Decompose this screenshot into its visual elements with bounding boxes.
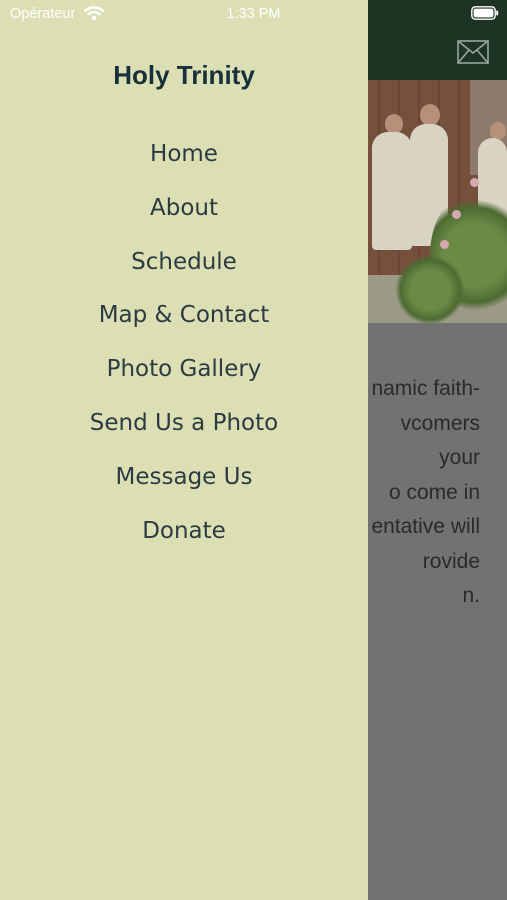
menu-item-about[interactable]: About — [0, 182, 368, 236]
plant — [395, 255, 465, 323]
menu-item-send-photo[interactable]: Send Us a Photo — [0, 397, 368, 451]
menu-item-schedule[interactable]: Schedule — [0, 236, 368, 290]
drawer-title: Holy Trinity — [113, 60, 255, 90]
figure-robe — [372, 132, 412, 250]
status-time: 1:33 PM — [226, 6, 281, 22]
battery-icon — [471, 6, 499, 20]
envelope-icon[interactable] — [457, 40, 489, 64]
navigation-drawer: Holy Trinity Home About Schedule Map & C… — [0, 0, 368, 900]
menu-item-home[interactable]: Home — [0, 128, 368, 182]
figure-head — [385, 114, 403, 134]
menu-item-photo-gallery[interactable]: Photo Gallery — [0, 343, 368, 397]
menu-item-message-us[interactable]: Message Us — [0, 451, 368, 505]
drawer-menu: Home About Schedule Map & Contact Photo … — [0, 128, 368, 558]
menu-item-map-contact[interactable]: Map & Contact — [0, 289, 368, 343]
flower — [470, 178, 479, 187]
menu-item-donate[interactable]: Donate — [0, 505, 368, 559]
status-bar: Opérateur 1:33 PM — [0, 0, 507, 30]
flower — [452, 210, 461, 219]
figure-head — [420, 104, 440, 126]
flower — [440, 240, 449, 249]
